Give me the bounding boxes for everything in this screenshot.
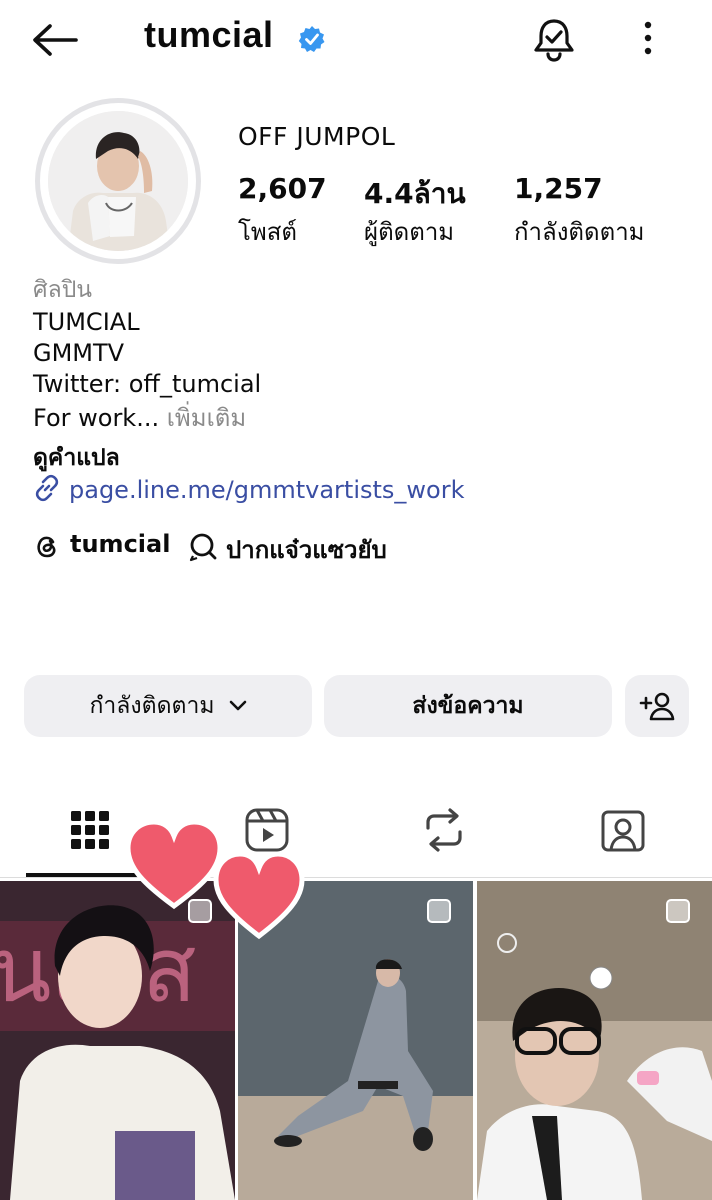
bio-line: TUMCIAL <box>33 308 140 336</box>
bio-category: ศิลปิน <box>33 277 93 303</box>
chevron-down-icon <box>229 700 246 711</box>
posts-count[interactable]: 2,607 <box>238 172 327 205</box>
avatar-photo <box>48 111 188 251</box>
following-count[interactable]: 1,257 <box>514 172 603 205</box>
select-checkbox[interactable] <box>666 899 690 923</box>
tabs-divider <box>0 877 712 878</box>
heart-sticker-icon <box>125 819 223 910</box>
link-icon <box>35 474 59 502</box>
back-arrow-icon[interactable] <box>30 22 80 58</box>
post-image: นเมส <box>0 881 235 1200</box>
notification-bell-icon[interactable] <box>530 16 578 62</box>
bio-link-text: page.line.me/gmmtvartists_work <box>69 476 465 504</box>
bio-last-line: For work... เพิ่มเติม <box>33 403 246 433</box>
chat-bubble-icon[interactable] <box>188 532 220 562</box>
post-thumbnail[interactable] <box>477 881 712 1200</box>
post-image <box>477 881 712 1200</box>
followers-label[interactable]: ผู้ติดตาม <box>364 212 454 251</box>
posts-label[interactable]: โพสต์ <box>238 212 297 251</box>
bio-link[interactable]: page.line.me/gmmtvartists_work <box>33 474 465 504</box>
bio-line: GMMTV <box>33 339 125 367</box>
followers-count[interactable]: 4.4ล้าน <box>364 172 466 216</box>
verified-badge-icon <box>298 26 325 52</box>
bio-line: Twitter: off_tumcial <box>33 370 262 398</box>
message-button[interactable]: ส่งข้อความ <box>324 675 612 737</box>
threads-icon[interactable] <box>33 532 61 560</box>
add-person-icon <box>639 692 675 721</box>
threads-handle[interactable]: tumcial <box>70 530 170 558</box>
bio-truncated-text: For work... <box>33 404 160 432</box>
display-name: OFF JUMPOL <box>238 122 396 151</box>
bio-more-link[interactable]: เพิ่มเติม <box>159 404 246 432</box>
following-button-label: กำลังติดตาม <box>89 693 215 719</box>
post-thumbnail[interactable]: นเมส <box>0 881 235 1200</box>
avatar[interactable] <box>48 111 188 251</box>
tagged-icon[interactable] <box>599 806 647 854</box>
message-button-label: ส่งข้อความ <box>412 693 524 719</box>
grid-icon[interactable] <box>66 806 114 854</box>
reels-icon[interactable] <box>243 806 291 854</box>
profile-username: tumcial <box>144 14 274 55</box>
heart-sticker-icon <box>213 851 305 940</box>
see-translation-link[interactable]: ดูคำแปล <box>33 440 120 476</box>
following-button[interactable]: กำลังติดตาม <box>24 675 312 737</box>
more-options-icon[interactable] <box>636 18 660 58</box>
select-checkbox[interactable] <box>427 899 451 923</box>
add-person-button[interactable] <box>625 675 689 737</box>
following-label[interactable]: กำลังติดตาม <box>514 212 645 251</box>
chat-channel-label[interactable]: ปากแจ๋วแซวยับ <box>226 530 387 569</box>
reposts-icon[interactable] <box>420 806 468 854</box>
